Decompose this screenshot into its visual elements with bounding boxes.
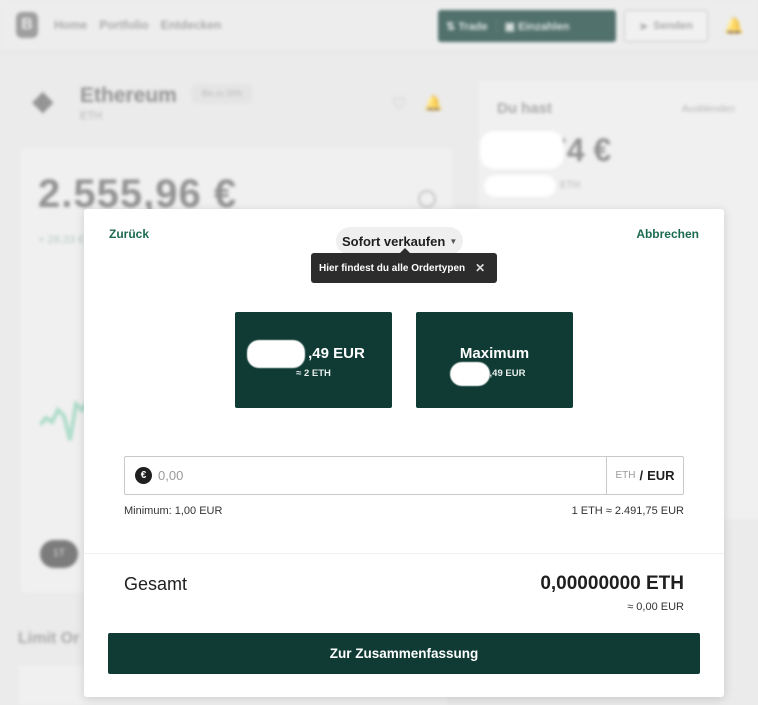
amount-field: € ETH / EUR — [124, 456, 684, 495]
redaction-mark — [450, 362, 490, 386]
exchange-rate: 1 ETH ≈ 2.491,75 EUR — [571, 505, 684, 517]
tooltip-text: Hier findest du alle Ordertypen — [319, 262, 466, 274]
unit-separator: / — [639, 468, 644, 483]
close-icon[interactable]: ✕ — [475, 261, 485, 275]
amount-input[interactable] — [152, 457, 606, 494]
euro-icon: € — [135, 467, 152, 484]
redaction-mark — [247, 340, 305, 368]
maximum-label: Maximum — [459, 345, 530, 362]
unit-eth: ETH — [615, 470, 636, 481]
order-type-label: Sofort verkaufen — [342, 233, 446, 249]
preset-amount-eth: ≈ 2 ETH — [296, 368, 331, 379]
summary-button[interactable]: Zur Zusammenfassung — [108, 633, 700, 674]
back-link[interactable]: Zurück — [109, 227, 149, 241]
unit-toggle[interactable]: ETH / EUR — [606, 457, 683, 494]
maximum-button[interactable]: Maximum ,49 EUR — [416, 312, 573, 408]
preset-amount-button[interactable]: ,49 EUR ≈ 2 ETH — [235, 312, 392, 408]
chevron-down-icon: ▼ — [449, 237, 458, 246]
total-label: Gesamt — [124, 574, 188, 594]
maximum-value: ,49 EUR — [489, 368, 526, 379]
sell-modal: Zurück Sofort verkaufen ▼ Abbrechen Hier… — [84, 209, 724, 697]
divider — [84, 553, 724, 554]
cancel-link[interactable]: Abbrechen — [636, 227, 699, 241]
total-eur: ≈ 0,00 EUR — [627, 601, 684, 613]
minimum-amount: Minimum: 1,00 EUR — [124, 505, 223, 517]
unit-eur: EUR — [647, 468, 675, 483]
order-types-tooltip: Hier findest du alle Ordertypen ✕ — [311, 253, 497, 283]
total-eth: 0,00000000 ETH — [540, 573, 684, 594]
